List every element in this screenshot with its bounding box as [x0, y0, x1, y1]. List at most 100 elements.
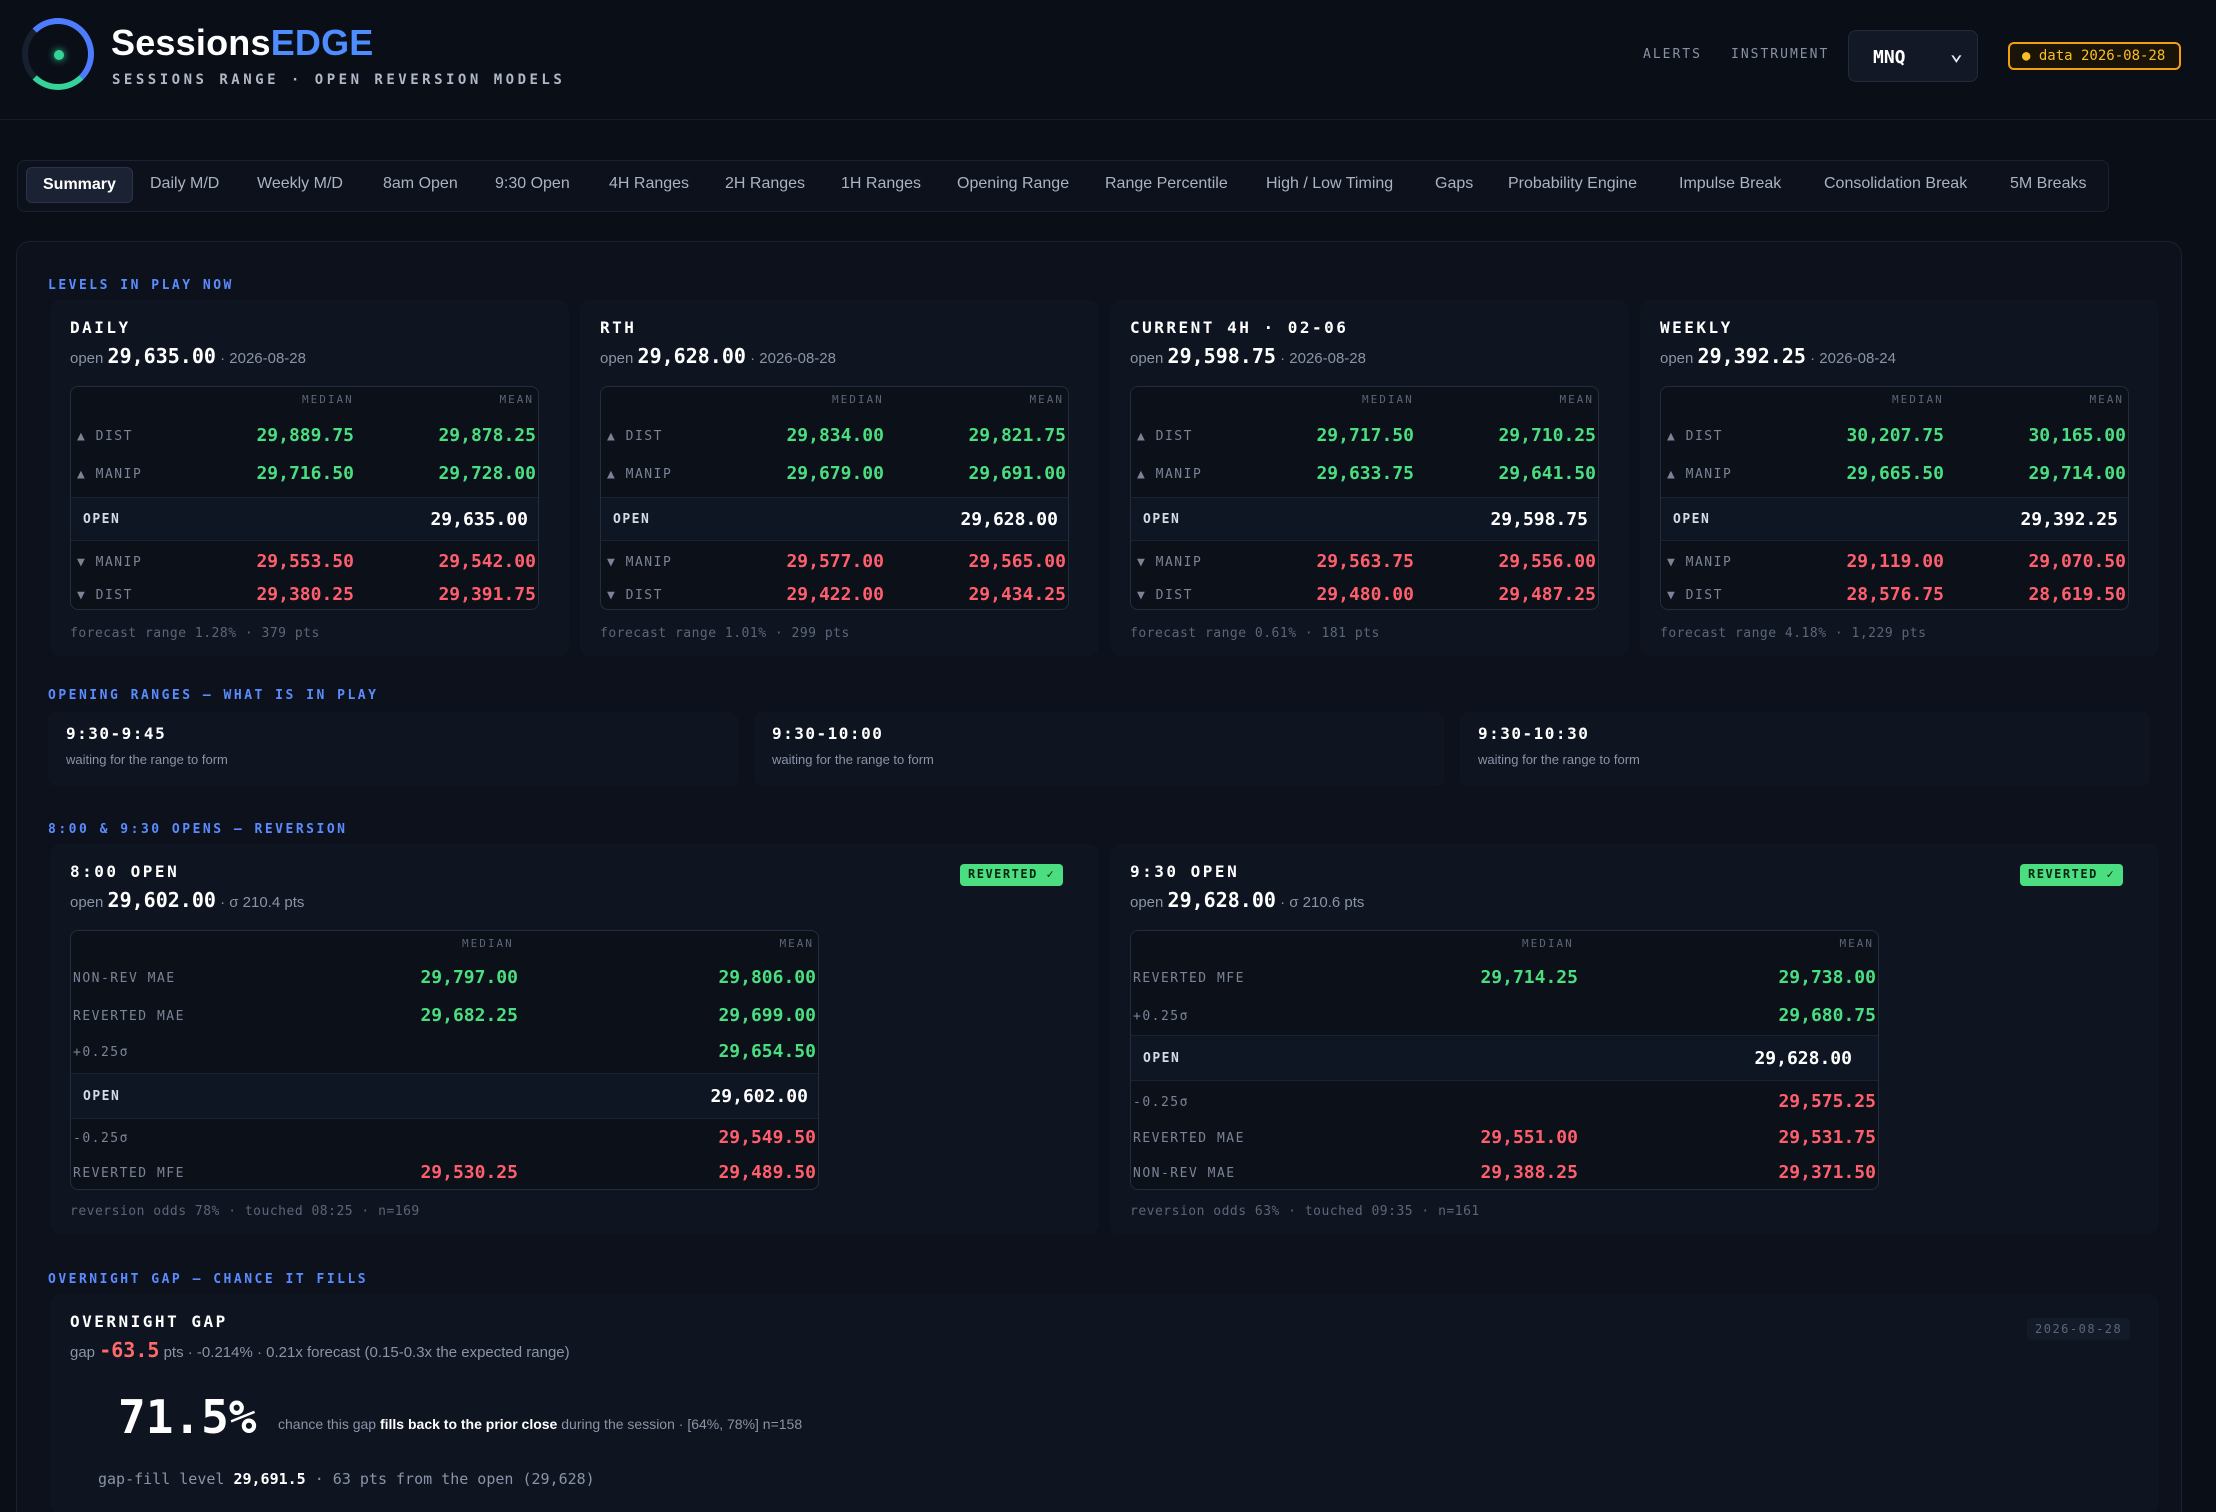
- gap-section-title: OVERNIGHT GAP — CHANCE IT FILLS: [48, 1272, 369, 1287]
- levels-card-current-4h: CURRENT 4H · 02-06 open 29,598.75 · 2026…: [1110, 300, 1629, 656]
- opening-range-status: waiting for the range to form: [1478, 752, 1640, 767]
- open-prefix: open: [1130, 350, 1164, 367]
- open-date: · 2026-08-28: [220, 350, 306, 367]
- open-prefix: open: [1660, 350, 1694, 367]
- sigma-value: · σ 210.6 pts: [1280, 894, 1365, 911]
- table-row: REVERTED MAE 29,551.00 29,531.75: [1133, 1127, 1876, 1148]
- table-row: ▲ MANIP 29,665.50 29,714.00: [1667, 463, 2126, 484]
- card-title: 8:00 OPEN: [70, 862, 180, 881]
- col-mean: MEAN: [1029, 393, 1064, 406]
- tab-5m-breaks[interactable]: 5M Breaks: [2010, 175, 2086, 193]
- col-mean: MEAN: [779, 937, 814, 950]
- table-row: NON-REV MAE 29,797.00 29,806.00: [73, 967, 816, 988]
- tab-high-low-timing[interactable]: High / Low Timing: [1266, 175, 1393, 193]
- card-title: OVERNIGHT GAP: [70, 1312, 228, 1331]
- brand-title: SessionsEDGE: [111, 22, 374, 64]
- table-row: ▼ DIST 29,422.00 29,434.25: [607, 584, 1066, 605]
- tab-daily-md[interactable]: Daily M/D: [150, 175, 219, 193]
- tab-gaps[interactable]: Gaps: [1435, 175, 1473, 193]
- reversion-table: MEDIAN MEAN NON-REV MAE 29,797.00 29,806.0…: [70, 930, 819, 1190]
- col-median: MEDIAN: [1362, 393, 1414, 406]
- open-value: 29,602.00: [107, 888, 216, 912]
- levels-card-daily: DAILY open 29,635.00 · 2026-08-28 MEDIAN…: [50, 300, 569, 656]
- gap-value: -63.5: [99, 1338, 160, 1362]
- col-median: MEDIAN: [832, 393, 884, 406]
- table-row: +0.25σ 29,680.75: [1133, 1005, 1876, 1026]
- card-open-line: open 29,392.25 · 2026-08-24: [1660, 344, 1896, 368]
- chevron-down-icon: ⌄: [1949, 41, 1963, 66]
- levels-card-weekly: WEEKLY open 29,392.25 · 2026-08-24 MEDIA…: [1640, 300, 2159, 656]
- col-median: MEDIAN: [1892, 393, 1944, 406]
- brand-subtitle: SESSIONS RANGE · OPEN REVERSION MODELS: [112, 72, 566, 88]
- brand-main: Sessions: [111, 22, 271, 63]
- instrument-label: INSTRUMENT: [1731, 47, 1830, 62]
- opening-range-card: 9:30-10:30 waiting for the range to form: [1460, 712, 2150, 786]
- tab-bar: Summary Daily M/D Weekly M/D 8am Open 9:…: [17, 160, 2109, 212]
- open-value: 29,392.25: [1697, 344, 1806, 368]
- col-mean: MEAN: [1839, 937, 1874, 950]
- open-date: · 2026-08-28: [750, 350, 836, 367]
- table-row: REVERTED MFE 29,714.25 29,738.00: [1133, 967, 1876, 988]
- card-title: WEEKLY: [1660, 318, 1733, 337]
- opening-range-title: 9:30-9:45: [66, 724, 167, 743]
- tab-2h-ranges[interactable]: 2H Ranges: [725, 175, 805, 193]
- tab-8am-open[interactable]: 8am Open: [383, 175, 458, 193]
- gap-details: pts · -0.214% · 0.21x forecast (0.15-0.3…: [163, 1344, 570, 1361]
- open-value: 29,628.00: [1167, 888, 1276, 912]
- col-mean: MEAN: [2089, 393, 2124, 406]
- card-footer: forecast range 4.18% · 1,229 pts: [1660, 626, 1927, 641]
- tab-weekly-md[interactable]: Weekly M/D: [257, 175, 343, 193]
- table-row-open: OPEN 29,598.75: [1131, 497, 1598, 541]
- gap-fill-level: gap-fill level 29,691.5 · 63 pts from th…: [98, 1470, 595, 1488]
- card-title: 9:30 OPEN: [1130, 862, 1240, 881]
- table-row: -0.25σ 29,549.50: [73, 1127, 816, 1148]
- table-row: -0.25σ 29,575.25: [1133, 1091, 1876, 1112]
- tab-opening-range[interactable]: Opening Range: [957, 175, 1069, 193]
- open-date: · 2026-08-24: [1810, 350, 1896, 367]
- levels-section-title: LEVELS IN PLAY NOW: [48, 278, 234, 293]
- card-footer: reversion odds 63% · touched 09:35 · n=1…: [1130, 1204, 1480, 1219]
- gap-fill-probability: 71.5%: [118, 1390, 257, 1444]
- table-row-open: OPEN 29,602.00: [71, 1073, 818, 1119]
- tab-impulse-break[interactable]: Impulse Break: [1679, 175, 1781, 193]
- table-row: ▼ DIST 28,576.75 28,619.50: [1667, 584, 2126, 605]
- table-row: NON-REV MAE 29,388.25 29,371.50: [1133, 1162, 1876, 1183]
- instrument-value: MNQ: [1873, 47, 1906, 68]
- table-row: ▼ MANIP 29,119.00 29,070.50: [1667, 551, 2126, 572]
- instrument-select[interactable]: MNQ ⌄: [1848, 30, 1978, 82]
- gap-line: gap -63.5 pts · -0.214% · 0.21x forecast…: [70, 1338, 570, 1362]
- open-date: · 2026-08-28: [1280, 350, 1366, 367]
- alerts-link[interactable]: ALERTS: [1643, 47, 1702, 62]
- levels-table: MEDIAN MEAN ▲ DIST 30,207.75 30,165.00 ▲ M…: [1660, 386, 2129, 610]
- card-open-line: open 29,628.00 · 2026-08-28: [600, 344, 836, 368]
- tab-probability-engine[interactable]: Probability Engine: [1508, 175, 1637, 193]
- card-open-line: open 29,598.75 · 2026-08-28: [1130, 344, 1366, 368]
- reversion-section-title: 8:00 & 9:30 OPENS — REVERSION: [48, 822, 348, 837]
- table-row: REVERTED MAE 29,682.25 29,699.00: [73, 1005, 816, 1026]
- table-row-open: OPEN 29,628.00: [1131, 1035, 1878, 1081]
- card-footer: forecast range 1.28% · 379 pts: [70, 626, 320, 641]
- open-value: 29,628.00: [637, 344, 746, 368]
- table-row: ▼ MANIP 29,563.75 29,556.00: [1137, 551, 1596, 572]
- col-median: MEDIAN: [302, 393, 354, 406]
- levels-table: MEDIAN MEAN ▲ DIST 29,717.50 29,710.25 ▲ M…: [1130, 386, 1599, 610]
- tab-summary[interactable]: Summary: [26, 167, 133, 203]
- card-title: DAILY: [70, 318, 131, 337]
- card-open-line: open 29,635.00 · 2026-08-28: [70, 344, 306, 368]
- table-row: ▼ MANIP 29,553.50 29,542.00: [77, 551, 536, 572]
- table-row-open: OPEN 29,392.25: [1661, 497, 2128, 541]
- reverted-badge: REVERTED ✓: [2020, 864, 2124, 886]
- card-footer: forecast range 0.61% · 181 pts: [1130, 626, 1380, 641]
- app-header: SessionsEDGE SESSIONS RANGE · OPEN REVER…: [0, 0, 2216, 120]
- table-row: ▲ DIST 29,834.00 29,821.75: [607, 425, 1066, 446]
- tab-4h-ranges[interactable]: 4H Ranges: [609, 175, 689, 193]
- tab-range-percentile[interactable]: Range Percentile: [1105, 175, 1228, 193]
- reversion-card-930: 9:30 OPEN REVERTED ✓ open 29,628.00 · σ …: [1110, 844, 2159, 1234]
- tab-930-open[interactable]: 9:30 Open: [495, 175, 570, 193]
- summary-panel: LEVELS IN PLAY NOW DAILY open 29,635.00 …: [16, 241, 2182, 1512]
- col-mean: MEAN: [499, 393, 534, 406]
- data-date-badge: ● data 2026-08-28: [2008, 42, 2181, 70]
- card-open-line: open 29,602.00 · σ 210.4 pts: [70, 888, 304, 912]
- tab-consolidation-break[interactable]: Consolidation Break: [1824, 175, 1967, 193]
- tab-1h-ranges[interactable]: 1H Ranges: [841, 175, 921, 193]
